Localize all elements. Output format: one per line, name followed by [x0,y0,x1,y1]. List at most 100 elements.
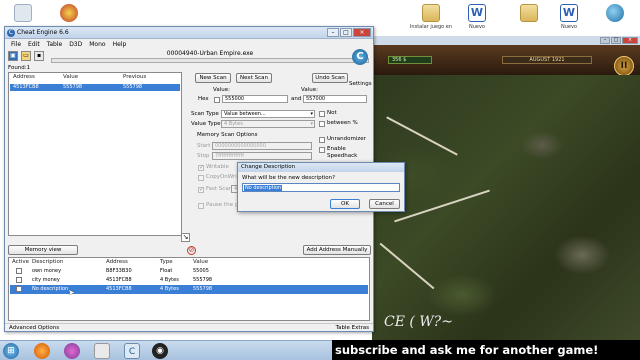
row-address: 4513FCB8 [106,277,132,283]
word-doc-icon[interactable]: W Nuevo [454,4,500,30]
money-display: 356 $ [388,56,432,64]
maximize-button[interactable]: □ [340,28,352,37]
next-scan-button[interactable]: Next Scan [236,73,272,83]
menu-edit[interactable]: Edit [28,40,40,49]
hex-checkbox[interactable] [214,97,220,103]
between-percent-checkbox[interactable] [319,121,325,127]
pause-icon[interactable]: II [614,56,634,76]
settings-link[interactable]: Settings [349,81,373,88]
memory-view-button[interactable]: Memory view [8,245,78,255]
result-row[interactable]: 4513FCB8 555798 555798 [10,84,180,91]
game-sign-text: CE ( W?~ [384,314,453,330]
table-row[interactable]: own money B8F33B30 Float 55005 [10,267,368,276]
obs-icon[interactable]: ◉ [152,343,168,359]
value-label: Value: [213,87,230,93]
speedhack-label: Enable Speedhack [327,146,358,159]
unrandomizer-label: Unrandomizer [327,136,366,142]
close-icon[interactable]: × [622,37,638,44]
active-checkbox[interactable] [16,286,22,292]
active-checkbox[interactable] [16,277,22,283]
minimize-icon[interactable]: – [600,37,610,44]
cheat-engine-taskbar-icon[interactable]: C [124,343,140,359]
value-from-input[interactable]: 555000 [222,95,288,103]
maximize-icon[interactable]: □ [611,37,621,44]
advanced-options-link[interactable]: Advanced Options [9,324,59,333]
save-file-icon[interactable]: ▪ [34,51,44,61]
row-value: 555798 [193,286,213,292]
row-address: B8F33B30 [106,268,132,274]
dolphin-icon[interactable] [592,4,638,24]
table-row-selected[interactable]: No description 4513FCB8 4 Bytes 555798 [10,285,368,294]
value-type-select[interactable]: 4 Bytes ▾ [221,120,315,128]
menu-help[interactable]: Help [113,40,127,49]
not-checkbox[interactable] [319,111,325,117]
description-input-value: No description [244,185,283,191]
cancel-button[interactable]: Cancel [369,199,400,209]
ce-title: Cheat Engine 6.6 [17,29,69,36]
address-table[interactable]: Active Description Address Type Value ow… [8,257,370,321]
ok-button[interactable]: OK [330,199,360,209]
results-header-previous: Previous [123,74,147,80]
menu-d3d[interactable]: D3D [69,40,82,49]
stop-address-input[interactable]: 7fffffffffffffff [212,152,312,160]
add-address-manually-button[interactable]: Add Address Manually [303,245,371,255]
recycle-bin-icon[interactable] [0,4,46,24]
row-description: own money [32,268,62,274]
game-map[interactable] [372,75,640,340]
result-address: 4513FCB8 [13,84,39,90]
firefox-icon[interactable] [34,343,50,359]
scan-progress-bar [51,58,369,63]
writable-label: Writable [206,164,229,170]
app-window-icon[interactable] [94,343,110,359]
desktop: Instalar juego en W Nuevo W Nuevo – □ × … [0,0,640,340]
pointer-arrow-icon[interactable]: ↘ [181,233,190,242]
word-doc-icon-2-caption: Nuevo [560,24,577,30]
folder-icon[interactable]: Instalar juego en [408,4,454,30]
scan-type-select[interactable]: Value between... ▾ [221,110,315,118]
unrandomizer-checkbox[interactable] [319,137,325,143]
results-list[interactable]: Address Value Previous 4513FCB8 555798 5… [8,72,182,236]
fast-scan-checkbox[interactable] [198,186,204,193]
select-process-icon[interactable]: ▣ [8,51,18,61]
active-checkbox[interactable] [16,268,22,274]
table-header-description: Description [32,259,64,265]
speedhack-checkbox[interactable] [319,147,325,153]
writable-checkbox[interactable] [198,164,204,171]
not-label: Not [327,110,337,116]
menu-table[interactable]: Table [47,40,63,49]
description-input[interactable]: No description [242,183,400,192]
cheat-engine-logo-icon[interactable]: C [352,49,368,65]
new-scan-button[interactable]: New Scan [195,73,231,83]
word-doc-icon-2[interactable]: W Nuevo [546,4,592,30]
open-file-icon[interactable]: ▭ [21,51,31,61]
pause-game-checkbox[interactable] [198,203,204,209]
row-value: 55005 [193,268,209,274]
row-description: No description [32,286,69,292]
value-to-input[interactable]: 557000 [303,95,367,103]
value-type-value: 4 Bytes [224,121,243,127]
table-extras-link[interactable]: Table Extras [336,324,369,333]
start-button-icon[interactable]: ⊞ [3,343,19,359]
copy-on-write-checkbox[interactable] [198,175,204,181]
results-header-value: Value [63,74,79,80]
start-address-input[interactable]: 0000000000000000 [212,142,312,150]
row-address: 4513FCB8 [106,286,132,292]
row-type: Float [160,268,173,274]
menu-mono[interactable]: Mono [89,40,105,49]
row-type: 4 Bytes [160,277,179,283]
results-header-address: Address [13,74,35,80]
scan-type-value: Value between... [224,111,266,117]
scan-type-label: Scan Type [191,111,219,117]
close-button[interactable]: × [353,28,371,37]
menu-file[interactable]: File [11,40,21,49]
table-header-address: Address [106,259,128,265]
folder-icon-caption: Instalar juego en [409,24,453,30]
undo-scan-button[interactable]: Undo Scan [312,73,348,83]
table-row[interactable]: city money 4513FCB8 4 Bytes 555798 [10,276,368,285]
minimize-button[interactable]: – [327,28,339,37]
app-icon-red[interactable] [46,4,92,24]
delete-icon[interactable]: ⊘ [187,246,196,255]
dialog-question: What will be the new description? [242,175,336,181]
game-titlebar: – □ × [372,36,640,45]
browser-icon[interactable] [64,343,80,359]
